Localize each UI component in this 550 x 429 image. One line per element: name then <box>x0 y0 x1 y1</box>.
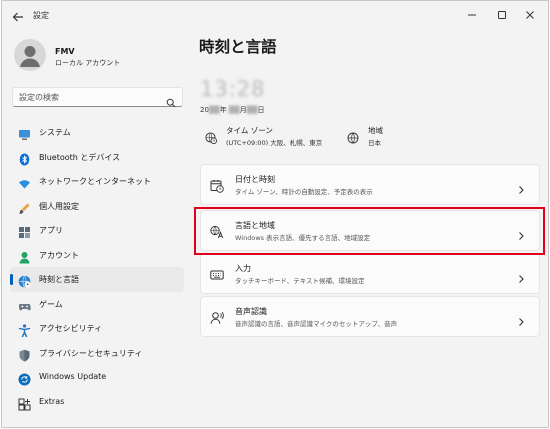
search-box[interactable] <box>12 87 183 108</box>
globe-icon <box>347 129 359 144</box>
extras-icon <box>18 396 31 410</box>
title-bar: 設定 <box>2 1 548 31</box>
region-value: 日本 <box>368 139 381 147</box>
sidebar-nav: システム Bluetooth とデバイス ネットワークとインターネット 個人用設… <box>10 120 184 414</box>
card-typing[interactable]: 入力 タッチキーボード、テキスト候補、環境設定 <box>200 253 540 294</box>
window-title: 設定 <box>33 11 49 20</box>
sidebar-item-apps[interactable]: アプリ <box>10 218 184 243</box>
card-speech[interactable]: 音声認識 音声認識の言語、音声認識マイクのセットアップ、音声 <box>200 296 540 337</box>
sidebar-item-windows-update[interactable]: Windows Update <box>10 365 184 390</box>
region-title: 地域 <box>368 126 383 135</box>
sidebar-item-privacy[interactable]: プライバシーとセキュリティ <box>10 341 184 366</box>
date-display: 20██年 ██月██日 <box>200 106 265 114</box>
minimize-button[interactable] <box>457 5 487 25</box>
bluetooth-icon <box>18 151 31 165</box>
account-type: ローカル アカウント <box>55 59 121 67</box>
globe-clock-icon <box>18 273 31 288</box>
sidebar-item-time-language[interactable]: 時刻と言語 <box>10 267 184 292</box>
brush-icon <box>18 200 31 214</box>
page-title: 時刻と言語 <box>199 38 277 56</box>
speech-icon <box>210 310 224 324</box>
maximize-button[interactable] <box>487 5 517 25</box>
close-button[interactable] <box>515 5 545 25</box>
chevron-right-icon <box>517 226 525 240</box>
active-indicator <box>10 274 13 285</box>
settings-window: 設定 FMV ローカル アカウント システム <box>1 0 549 428</box>
monitor-icon <box>18 126 31 140</box>
language-icon <box>210 224 224 239</box>
wifi-icon <box>18 175 31 189</box>
accessibility-icon <box>18 322 31 338</box>
timezone-title: タイム ゾーン <box>226 126 273 135</box>
search-input[interactable] <box>19 91 159 104</box>
chevron-right-icon <box>517 269 525 283</box>
sidebar-item-bluetooth[interactable]: Bluetooth とデバイス <box>10 145 184 170</box>
user-name: FMV <box>55 47 75 56</box>
sidebar-item-personalization[interactable]: 個人用設定 <box>10 194 184 219</box>
sidebar-item-system[interactable]: システム <box>10 120 184 145</box>
person-icon <box>20 46 40 67</box>
sidebar-item-extras[interactable]: Extras <box>10 390 184 415</box>
timezone-value: (UTC+09:00) 大阪、札幌、東京 <box>226 139 323 147</box>
chevron-right-icon <box>517 180 525 194</box>
search-icon[interactable] <box>166 93 176 108</box>
chevron-right-icon <box>517 312 525 326</box>
globe-clock-icon <box>205 129 217 144</box>
gamepad-icon <box>18 298 31 311</box>
update-icon <box>18 371 31 386</box>
sidebar-item-network[interactable]: ネットワークとインターネット <box>10 169 184 194</box>
apps-icon <box>18 224 31 238</box>
shield-icon <box>18 347 31 361</box>
sidebar-item-accounts[interactable]: アカウント <box>10 243 184 268</box>
back-arrow-icon[interactable] <box>11 9 25 23</box>
clock-display: 13:28 <box>200 77 266 101</box>
sidebar-item-accessibility[interactable]: アクセシビリティ <box>10 316 184 341</box>
card-language-region[interactable]: 言語と地域 Windows 表示言語、優先する言語、地域設定 <box>200 210 540 251</box>
card-date-time[interactable]: 日付と時刻 タイム ゾーン、時計の自動設定、予定表の表示 <box>200 164 540 205</box>
avatar[interactable] <box>14 39 46 71</box>
sidebar-item-gaming[interactable]: ゲーム <box>10 292 184 317</box>
calendar-clock-icon <box>210 178 224 193</box>
person-icon <box>18 249 31 263</box>
keyboard-icon <box>210 267 224 281</box>
